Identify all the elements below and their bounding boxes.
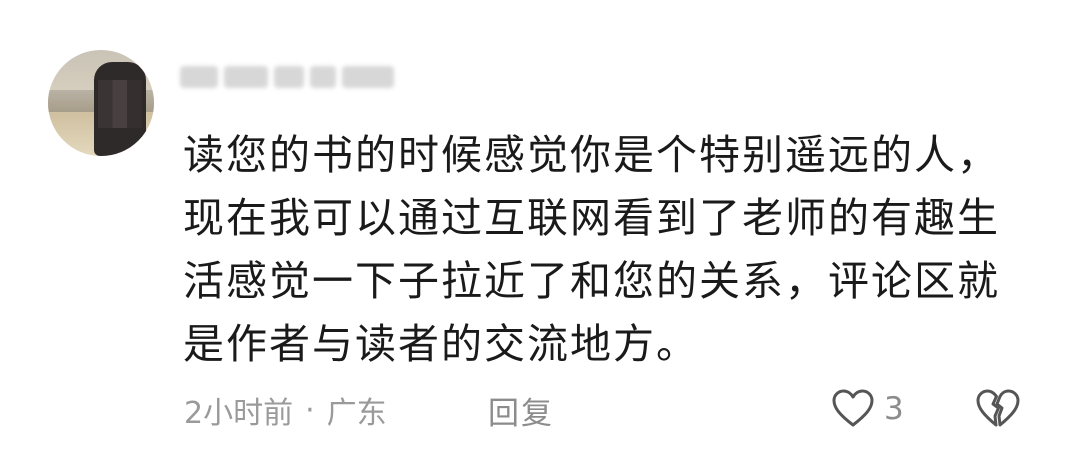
avatar[interactable] xyxy=(48,50,154,156)
comment-time: 2小时前 xyxy=(184,396,294,431)
blur-block xyxy=(274,66,304,88)
username xyxy=(180,60,181,61)
blur-block xyxy=(342,66,394,88)
heart-outline-icon xyxy=(830,386,876,432)
username-blurred[interactable] xyxy=(180,60,410,94)
dislike-button[interactable] xyxy=(974,386,1022,432)
comment-text: 读您的书的时候感觉你是个特别遥远的人， 现在我可以通过互联网看到了老师的有趣生 … xyxy=(183,124,1043,376)
blur-block xyxy=(310,66,336,88)
meta-separator: · xyxy=(305,392,315,428)
like-button[interactable]: 3 xyxy=(830,386,904,432)
like-count: 3 xyxy=(884,391,904,427)
avatar-mosaic xyxy=(98,80,142,128)
comment-line: 现在我可以通过互联网看到了老师的有趣生 xyxy=(183,194,1000,242)
comment-item: 读您的书的时候感觉你是个特别遥远的人， 现在我可以通过互联网看到了老师的有趣生 … xyxy=(0,0,1080,453)
comment-location: 广东 xyxy=(326,396,387,431)
blur-block xyxy=(180,66,218,88)
comment-line: 读您的书的时候感觉你是个特别遥远的人， xyxy=(183,131,1000,179)
comment-meta: 2小时前 · 广东 xyxy=(184,388,387,432)
broken-heart-icon xyxy=(974,386,1022,432)
comment-line: 是作者与读者的交流地方。 xyxy=(183,320,699,368)
blur-block xyxy=(224,66,268,88)
comment-line: 活感觉一下子拉近了和您的关系，评论区就 xyxy=(183,257,1000,305)
reply-button[interactable]: 回复 xyxy=(488,388,554,433)
